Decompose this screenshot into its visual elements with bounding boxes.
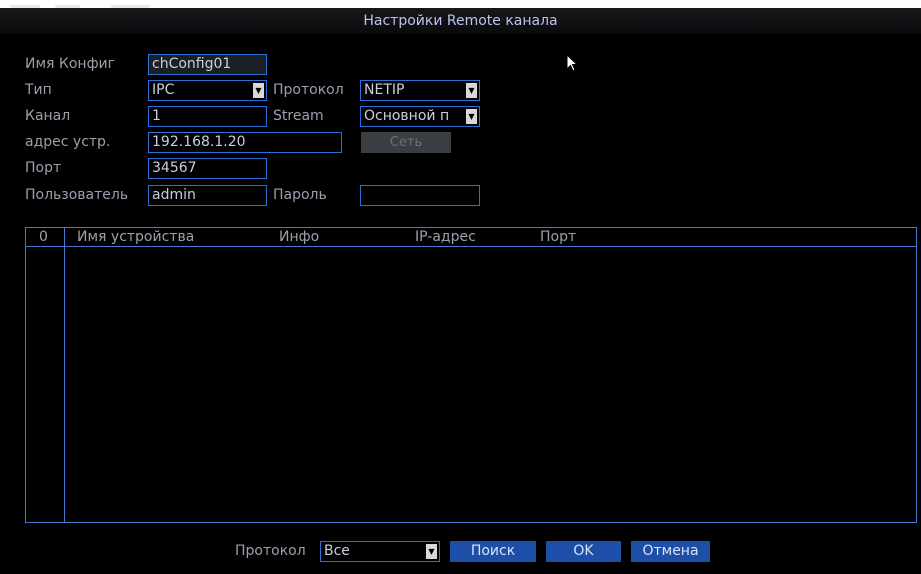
protocol-select-value: NETIP — [364, 82, 405, 98]
network-button[interactable]: Сеть — [361, 132, 451, 153]
table-header: 0 Имя устройства Инфо IP-адрес Порт — [26, 228, 916, 247]
footer-protocol-select[interactable]: Все ▼ — [320, 541, 440, 562]
chevron-down-icon: ▼ — [253, 83, 264, 98]
user-input[interactable]: admin — [148, 185, 267, 206]
remote-channel-dialog: Настройки Remote канала Имя Конфиг chCon… — [0, 8, 921, 574]
dialog-title: Настройки Remote канала — [0, 8, 921, 34]
type-select[interactable]: IPC ▼ — [148, 80, 267, 101]
password-label: Пароль — [273, 187, 327, 203]
port-label: Порт — [25, 160, 62, 176]
user-label: Пользователь — [25, 187, 129, 203]
search-button[interactable]: Поиск — [450, 541, 536, 562]
chevron-down-icon: ▼ — [466, 109, 477, 124]
stream-select-value: Основной п — [364, 108, 450, 124]
type-select-value: IPC — [152, 82, 175, 98]
protocol-select[interactable]: NETIP ▼ — [360, 80, 480, 101]
device-table[interactable]: 0 Имя устройства Инфо IP-адрес Порт — [25, 227, 917, 523]
device-address-label: адрес устр. — [25, 134, 111, 150]
channel-label: Канал — [25, 108, 71, 124]
config-name-input[interactable]: chConfig01 — [148, 54, 267, 75]
column-ip-address: IP-адрес — [415, 229, 476, 245]
screen: Настройки Remote канала Имя Конфиг chCon… — [0, 0, 921, 574]
password-input[interactable] — [360, 185, 480, 206]
config-name-label: Имя Конфиг — [25, 56, 115, 72]
table-column-divider — [64, 228, 65, 522]
type-label: Тип — [25, 82, 52, 98]
footer-protocol-value: Все — [324, 543, 350, 559]
stream-select[interactable]: Основной п ▼ — [360, 106, 480, 127]
column-index: 0 — [39, 229, 48, 245]
chevron-down-icon: ▼ — [466, 83, 477, 98]
chevron-down-icon: ▼ — [426, 544, 437, 559]
device-address-input[interactable]: 192.168.1.20 — [148, 132, 342, 153]
column-port: Порт — [540, 229, 577, 245]
ok-button[interactable]: OK — [546, 541, 621, 562]
protocol-label: Протокол — [273, 82, 344, 98]
stream-label: Stream — [273, 108, 324, 124]
column-device-name: Имя устройства — [77, 229, 195, 245]
cancel-button[interactable]: Отмена — [631, 541, 710, 562]
mouse-cursor-icon — [566, 54, 578, 72]
footer-protocol-label: Протокол — [235, 543, 306, 559]
column-info: Инфо — [279, 229, 320, 245]
channel-input[interactable]: 1 — [148, 106, 267, 127]
port-input[interactable]: 34567 — [148, 158, 267, 179]
